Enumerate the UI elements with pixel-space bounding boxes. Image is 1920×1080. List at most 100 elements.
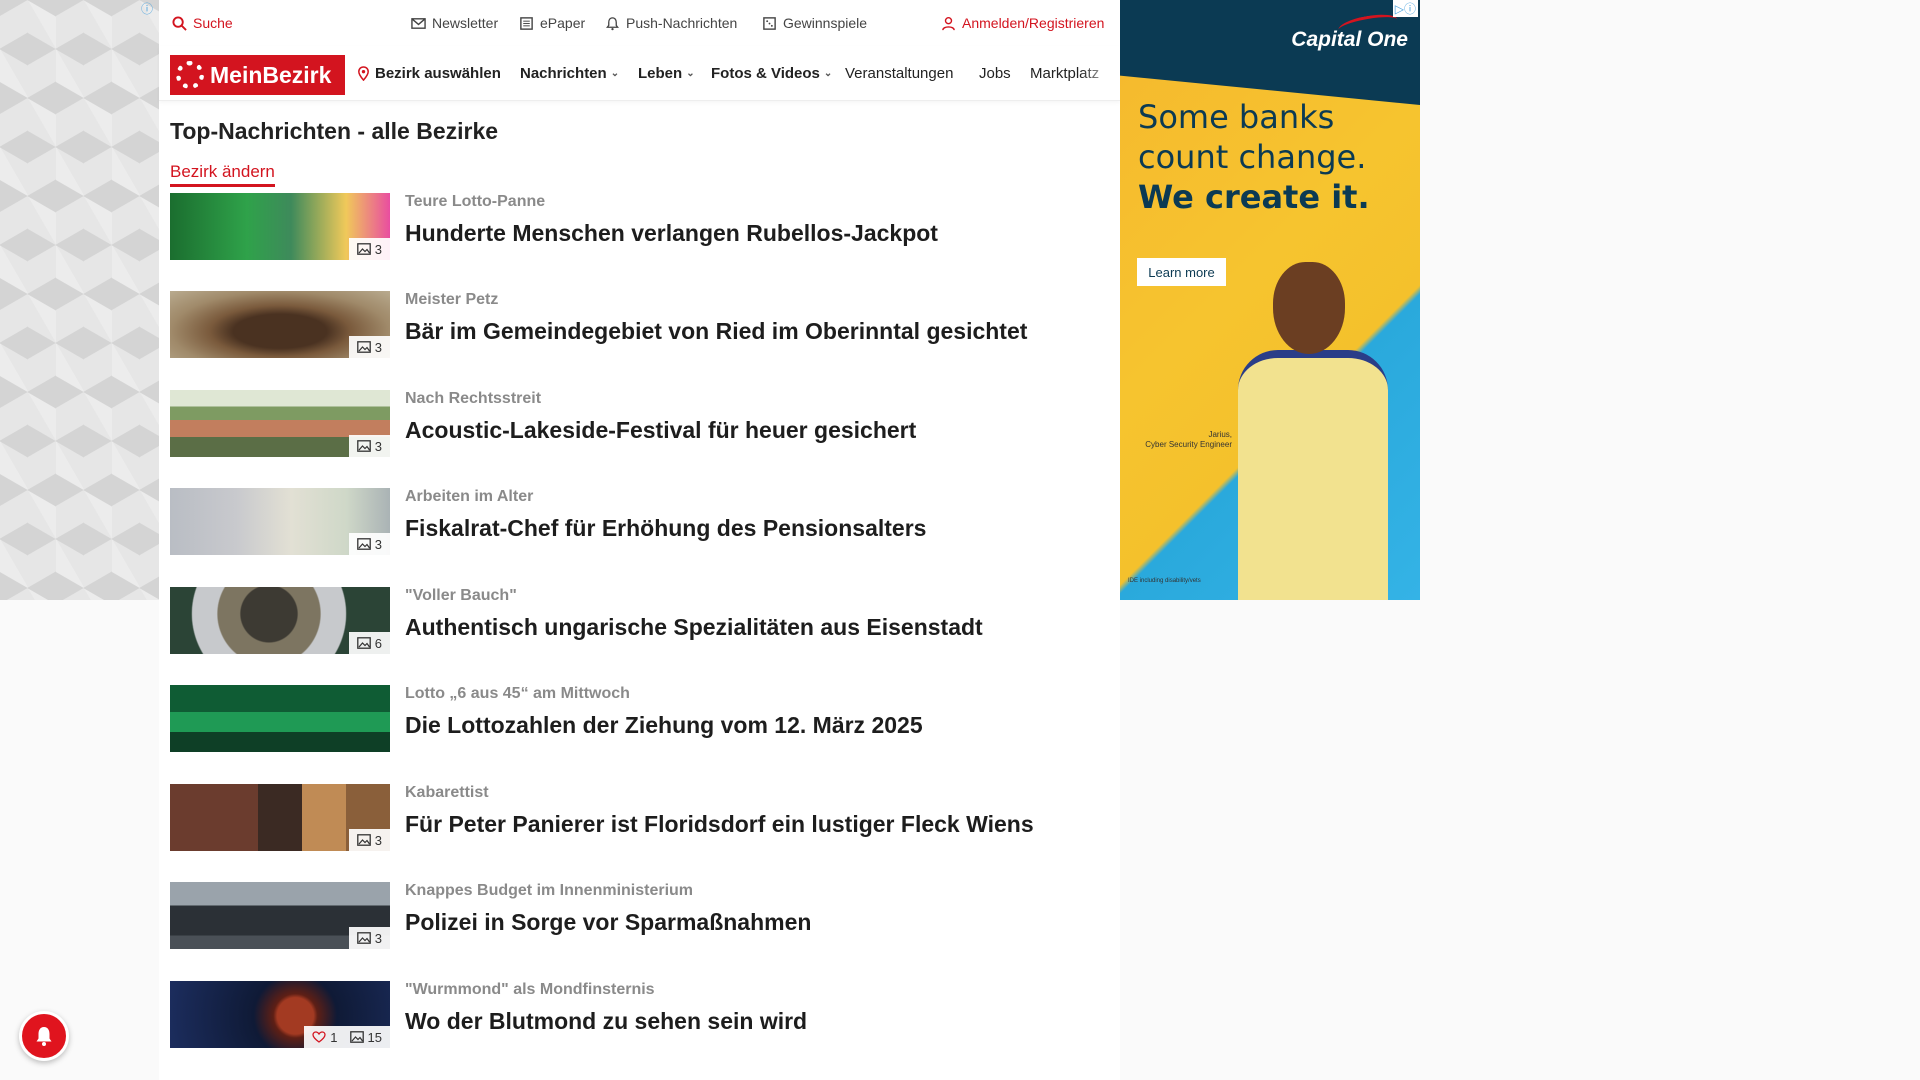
newsletter-link[interactable]: Newsletter xyxy=(411,15,498,31)
ad-caption-role: Cyber Security Engineer xyxy=(1145,440,1232,449)
page-title: Top-Nachrichten - alle Bezirke xyxy=(170,118,499,144)
image-count-badge: 3 xyxy=(348,336,390,358)
nav-veranstaltungen[interactable]: Veranstaltungen xyxy=(845,65,953,82)
meinbezirk-logo[interactable]: MeinBezirk xyxy=(170,55,345,95)
ad-learn-more-button[interactable]: Learn more xyxy=(1137,258,1226,286)
nav-leben-label: Leben xyxy=(638,65,683,82)
search-icon xyxy=(172,15,187,31)
nav-leben[interactable]: Leben ⌄ xyxy=(638,65,695,82)
ad-info-icon[interactable]: ⓘ xyxy=(141,0,157,16)
gewinnspiele-link[interactable]: Gewinnspiele xyxy=(762,15,867,31)
article-item[interactable]: 1 15 "Wurmmond" als Mondfinsternis Wo de… xyxy=(170,981,1110,1049)
article-kicker: Lotto „6 aus 45“ am Mittwoch xyxy=(405,685,630,702)
capital-one-ad[interactable]: Capital One ▷ⓘ Some banks count change. … xyxy=(1120,0,1420,600)
image-icon xyxy=(356,440,371,452)
ad-choices-icon[interactable]: ▷ⓘ xyxy=(1392,0,1418,17)
chevron-down-icon: ⌄ xyxy=(686,68,695,79)
article-kicker: Teure Lotto-Panne xyxy=(405,193,546,210)
image-count: 3 xyxy=(374,536,382,552)
article-kicker: Nach Rechtsstreit xyxy=(405,390,542,407)
chevron-down-icon: ⌄ xyxy=(610,68,620,79)
background-pattern xyxy=(0,0,159,600)
article-thumbnail[interactable]: 3 xyxy=(170,193,390,260)
search-link[interactable]: Suche xyxy=(172,15,233,31)
article-headline[interactable]: Hunderte Menschen verlangen Rubellos-Jac… xyxy=(405,220,938,247)
article-item[interactable]: 3 Kabarettist Für Peter Panierer ist Flo… xyxy=(170,784,1110,852)
article-kicker: Arbeiten im Alter xyxy=(405,488,534,505)
nav-nachrichten-label: Nachrichten xyxy=(520,65,607,82)
article-kicker: Kabarettist xyxy=(405,784,489,801)
article-thumbnail[interactable]: 1 15 xyxy=(170,981,390,1048)
push-link[interactable]: Push-Nachrichten xyxy=(605,15,737,31)
article-thumbnail[interactable]: 6 xyxy=(170,587,390,654)
search-label: Suche xyxy=(193,15,233,31)
article-thumbnail[interactable]: 3 xyxy=(170,390,390,457)
utility-bar: Suche Newsletter ePaper Push-Nachrichten… xyxy=(159,0,1120,46)
article-headline[interactable]: Für Peter Panierer ist Floridsdorf ein l… xyxy=(405,811,1034,838)
bezirk-select[interactable]: Bezirk auswählen xyxy=(356,65,501,82)
article-item[interactable]: Lotto „6 aus 45“ am Mittwoch Die Lottoza… xyxy=(170,685,1110,753)
push-label: Push-Nachrichten xyxy=(626,15,738,31)
nav-jobs[interactable]: Jobs xyxy=(979,65,1011,82)
image-icon xyxy=(349,1031,364,1043)
image-icon xyxy=(356,932,371,944)
article-headline[interactable]: Bär im Gemeindegebiet von Ried im Oberin… xyxy=(405,318,1027,345)
article-thumbnail[interactable]: 3 xyxy=(170,291,390,358)
nav-fotos-videos-label: Fotos & Videos xyxy=(711,65,820,82)
image-count: 6 xyxy=(374,635,382,651)
article-headline[interactable]: Polizei in Sorge vor Sparmaßnahmen xyxy=(405,909,811,936)
article-thumbnail[interactable] xyxy=(170,685,390,752)
nav-fotos-videos[interactable]: Fotos & Videos ⌄ xyxy=(711,65,832,82)
nav-veranstaltungen-label: Veranstaltungen xyxy=(845,65,954,82)
ad-caption: Jarius, Cyber Security Engineer xyxy=(1132,430,1232,450)
image-count-badge: 3 xyxy=(348,435,390,457)
image-count: 3 xyxy=(374,438,382,454)
logo-text: MeinBezirk xyxy=(210,61,332,88)
article-item[interactable]: 3 Arbeiten im Alter Fiskalrat-Chef für E… xyxy=(170,488,1110,556)
newsletter-label: Newsletter xyxy=(432,15,499,31)
user-icon xyxy=(942,16,955,30)
article-item[interactable]: 3 Teure Lotto-Panne Hunderte Menschen ve… xyxy=(170,193,1110,261)
login-link[interactable]: Anmelden/Registrieren xyxy=(941,15,1104,31)
ad-headline-line2: count change. xyxy=(1138,138,1367,176)
article-headline[interactable]: Die Lottozahlen der Ziehung vom 12. März… xyxy=(405,712,923,739)
article-headline[interactable]: Acoustic-Lakeside-Festival für heuer ges… xyxy=(405,417,916,444)
main-navigation: MeinBezirk Bezirk auswählen Nachrichten ⌄… xyxy=(159,46,1120,101)
article-item[interactable]: 6 "Voller Bauch" Authentisch ungarische … xyxy=(170,587,1110,655)
image-count-badge: 1 15 xyxy=(304,1026,390,1048)
image-count-badge: 3 xyxy=(348,927,390,949)
epaper-label: ePaper xyxy=(540,15,586,31)
ad-headline-line1: Some banks xyxy=(1138,98,1335,136)
article-item[interactable]: 3 Nach Rechtsstreit Acoustic-Lakeside-Fe… xyxy=(170,390,1110,458)
location-pin-icon xyxy=(358,66,369,81)
article-headline[interactable]: Authentisch ungarische Spezialitäten aus… xyxy=(405,614,983,641)
epaper-link[interactable]: ePaper xyxy=(519,15,585,31)
article-item[interactable]: 3 Knappes Budget im Innenministerium Pol… xyxy=(170,882,1110,950)
article-thumbnail[interactable]: 3 xyxy=(170,784,390,851)
article-thumbnail[interactable]: 3 xyxy=(170,488,390,555)
ad-brand-logo: Capital One xyxy=(1291,28,1408,51)
change-bezirk-link[interactable]: Bezirk ändern xyxy=(170,162,275,187)
article-thumbnail[interactable]: 3 xyxy=(170,882,390,949)
ad-headline-line3: We create it. xyxy=(1138,178,1370,216)
image-icon xyxy=(356,243,371,255)
nav-nachrichten[interactable]: Nachrichten ⌄ xyxy=(520,65,619,82)
ad-person-head xyxy=(1273,262,1345,354)
image-count-badge: 3 xyxy=(348,238,390,260)
newspaper-icon xyxy=(520,16,533,30)
article-item[interactable]: 3 Meister Petz Bär im Gemeindegebiet von… xyxy=(170,291,1110,359)
image-count: 3 xyxy=(374,930,382,946)
like-count: 1 xyxy=(330,1029,338,1045)
image-count: 3 xyxy=(374,832,382,848)
article-kicker: "Wurmmond" als Mondfinsternis xyxy=(405,981,655,998)
article-kicker: Meister Petz xyxy=(405,291,499,308)
login-label: Anmelden/Registrieren xyxy=(962,15,1105,31)
article-headline[interactable]: Wo der Blutmond zu sehen sein wird xyxy=(405,1008,807,1035)
nav-jobs-label: Jobs xyxy=(979,65,1011,82)
article-headline[interactable]: Fiskalrat-Chef für Erhöhung des Pensions… xyxy=(405,515,926,542)
image-count: 3 xyxy=(374,241,382,257)
image-count: 15 xyxy=(367,1029,382,1045)
article-kicker: "Voller Bauch" xyxy=(405,587,517,604)
heart-icon xyxy=(312,1031,326,1043)
notification-bell-button[interactable] xyxy=(19,1011,69,1061)
